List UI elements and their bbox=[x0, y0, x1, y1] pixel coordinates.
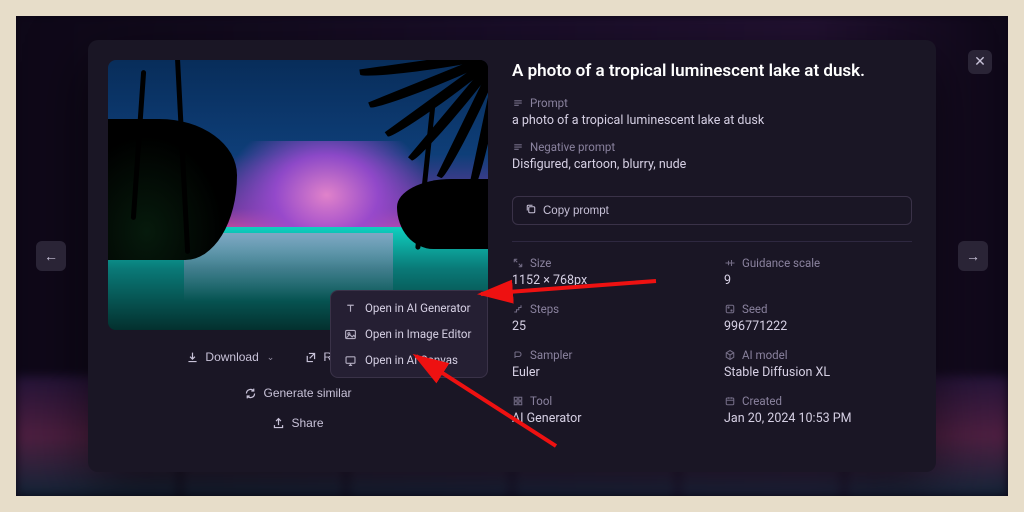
button-label: Share bbox=[291, 416, 323, 430]
image-title: A photo of a tropical luminescent lake a… bbox=[512, 60, 912, 82]
size-icon bbox=[512, 257, 524, 269]
chevron-down-icon: ⌄ bbox=[267, 352, 275, 363]
button-label: Copy prompt bbox=[543, 205, 609, 217]
meta-created: Created Jan 20, 2024 10:53 PM bbox=[724, 394, 912, 426]
meta-sampler: Sampler Euler bbox=[512, 348, 700, 380]
menu-open-image-editor[interactable]: Open in Image Editor bbox=[335, 321, 483, 347]
tutorial-frame: ← → ✕ bbox=[0, 0, 1024, 512]
menu-open-ai-canvas[interactable]: Open in AI Canvas bbox=[335, 347, 483, 373]
steps-icon bbox=[512, 303, 524, 315]
negative-prompt-block: Negative prompt Disfigured, cartoon, blu… bbox=[512, 140, 912, 172]
next-image-button[interactable]: → bbox=[958, 241, 988, 271]
prompt-icon bbox=[512, 97, 524, 109]
close-icon: ✕ bbox=[974, 54, 986, 70]
guidance-icon bbox=[724, 257, 736, 269]
negative-prompt-icon bbox=[512, 141, 524, 153]
download-icon bbox=[186, 351, 199, 364]
generate-similar-button[interactable]: Generate similar bbox=[234, 380, 361, 406]
menu-open-ai-generator[interactable]: Open in AI Generator bbox=[335, 295, 483, 321]
share-icon bbox=[272, 417, 285, 430]
seed-icon bbox=[724, 303, 736, 315]
menu-item-label: Open in AI Canvas bbox=[365, 353, 458, 367]
download-button[interactable]: Download ⌄ bbox=[176, 344, 284, 370]
meta-size: Size 1152 × 768px bbox=[512, 256, 700, 288]
copy-icon bbox=[525, 203, 537, 218]
field-label-text: Prompt bbox=[530, 96, 568, 110]
negative-prompt-value: Disfigured, cartoon, blurry, nude bbox=[512, 157, 912, 172]
sampler-icon bbox=[512, 349, 524, 361]
menu-item-label: Open in Image Editor bbox=[365, 327, 471, 341]
share-button[interactable]: Share bbox=[262, 410, 333, 436]
details-column: A photo of a tropical luminescent lake a… bbox=[512, 60, 912, 452]
prompt-block: Prompt a photo of a tropical luminescent… bbox=[512, 96, 912, 128]
button-label: Generate similar bbox=[263, 386, 351, 400]
meta-tool: Tool AI Generator bbox=[512, 394, 700, 426]
copy-prompt-button[interactable]: Copy prompt bbox=[512, 196, 912, 225]
meta-guidance: Guidance scale 9 bbox=[724, 256, 912, 288]
metadata-grid: Size 1152 × 768px Guidance scale 9 Steps… bbox=[512, 241, 912, 426]
reuse-image-menu: Open in AI Generator Open in Image Edito… bbox=[330, 290, 488, 378]
app-background: ← → ✕ bbox=[16, 16, 1008, 496]
close-button[interactable]: ✕ bbox=[968, 50, 992, 74]
image-icon bbox=[344, 328, 357, 341]
tool-icon bbox=[512, 395, 524, 407]
meta-steps: Steps 25 bbox=[512, 302, 700, 334]
image-detail-modal: ✕ bbox=[88, 40, 936, 472]
prompt-value: a photo of a tropical luminescent lake a… bbox=[512, 113, 912, 128]
image-actions-row-2: Share bbox=[108, 410, 488, 436]
external-icon bbox=[304, 351, 317, 364]
meta-seed: Seed 996771222 bbox=[724, 302, 912, 334]
refresh-icon bbox=[244, 387, 257, 400]
field-label-text: Negative prompt bbox=[530, 140, 615, 154]
model-icon bbox=[724, 349, 736, 361]
menu-item-label: Open in AI Generator bbox=[365, 301, 471, 315]
calendar-icon bbox=[724, 395, 736, 407]
meta-model: AI model Stable Diffusion XL bbox=[724, 348, 912, 380]
button-label: Download bbox=[205, 350, 258, 364]
prev-image-button[interactable]: ← bbox=[36, 241, 66, 271]
text-tool-icon bbox=[344, 302, 357, 315]
image-column: Open in AI Generator Open in Image Edito… bbox=[108, 60, 488, 452]
canvas-icon bbox=[344, 354, 357, 367]
